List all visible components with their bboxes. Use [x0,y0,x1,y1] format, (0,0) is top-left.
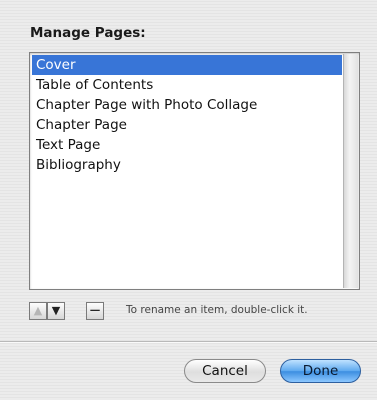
list-item[interactable]: Chapter Page [32,115,342,135]
rename-hint: To rename an item, double-click it. [126,304,308,316]
list-item[interactable]: Cover [32,55,342,75]
arrow-up-icon: ▲ [33,304,43,317]
remove-page-button[interactable]: − [86,302,104,320]
list-item[interactable]: Text Page [32,135,342,155]
pages-list-box[interactable]: Cover Table of Contents Chapter Page wit… [29,52,360,290]
divider [0,341,377,343]
list-item[interactable]: Chapter Page with Photo Collage [32,95,342,115]
pages-list[interactable]: Cover Table of Contents Chapter Page wit… [32,55,342,287]
list-item[interactable]: Bibliography [32,155,342,175]
move-up-button[interactable]: ▲ [29,302,47,320]
done-button[interactable]: Done [280,359,361,383]
arrow-down-icon: ▼ [51,304,61,317]
list-item[interactable]: Table of Contents [32,75,342,95]
cancel-button[interactable]: Cancel [184,359,266,383]
move-down-button[interactable]: ▼ [47,302,65,320]
dialog-title: Manage Pages: [30,25,146,41]
vertical-scrollbar[interactable] [343,54,358,288]
manage-pages-dialog: Manage Pages: Cover Table of Contents Ch… [0,0,377,400]
